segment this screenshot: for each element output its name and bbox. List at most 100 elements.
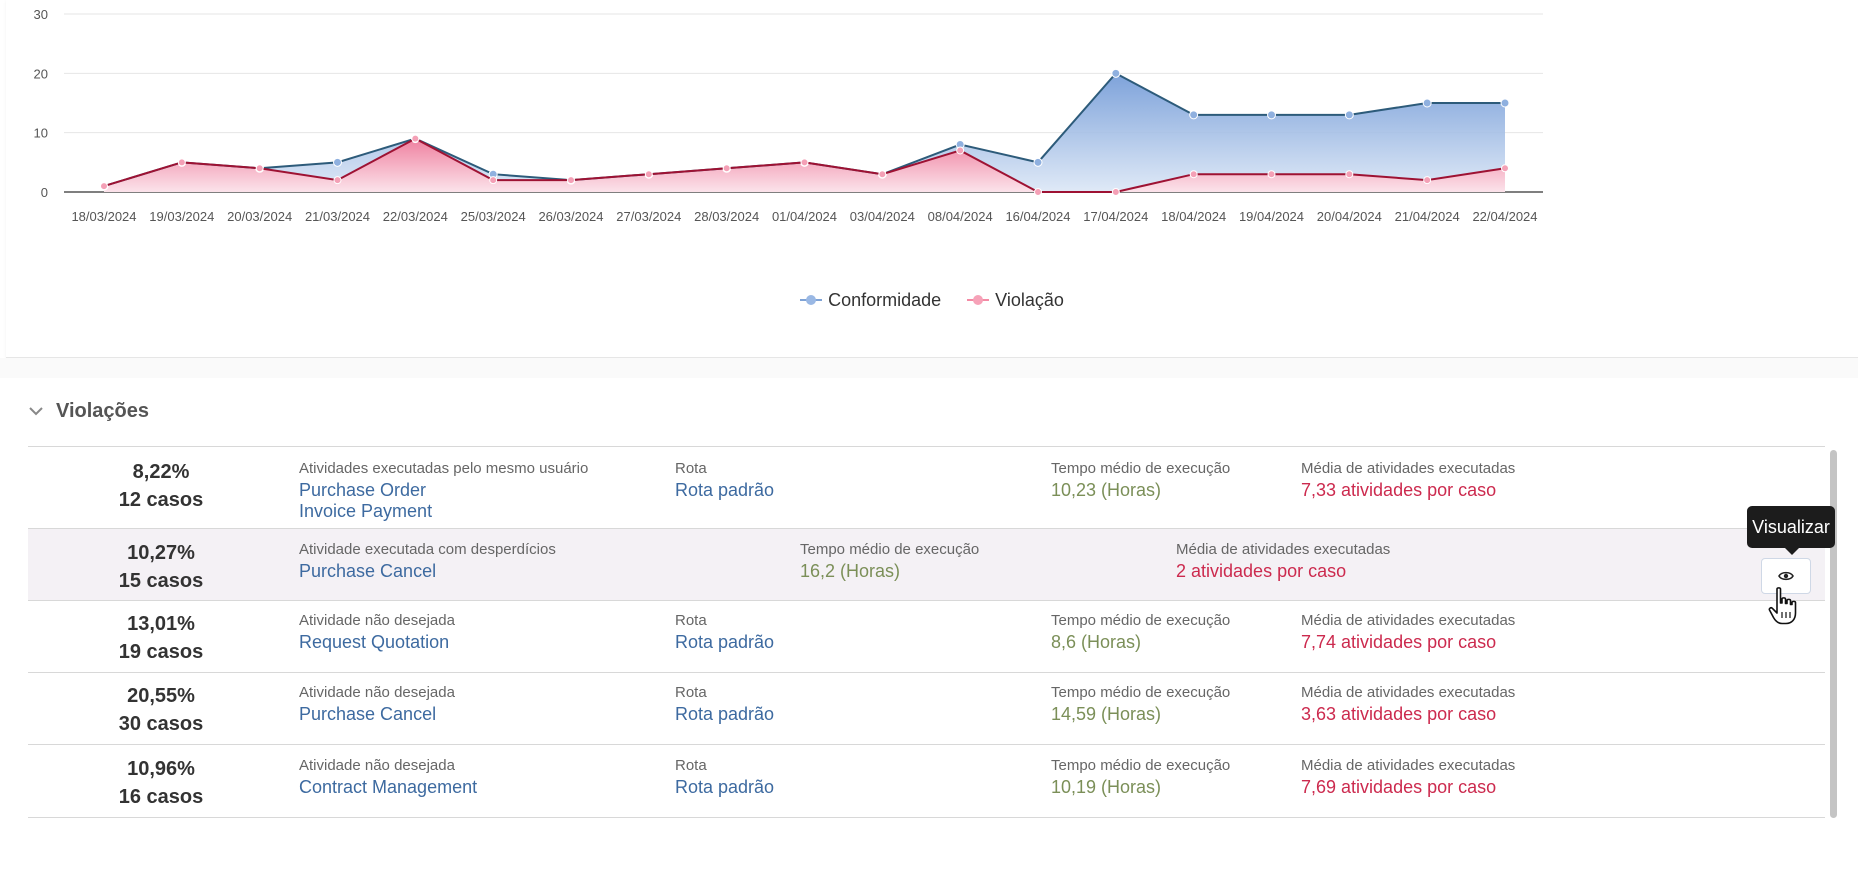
- violation-cases: 19 casos: [118, 641, 204, 663]
- x-tick-label: 22/03/2024: [383, 209, 448, 224]
- data-point: [1189, 110, 1199, 120]
- violation-percent-block: 10,27% 15 casos: [28, 539, 294, 595]
- x-tick-label: 21/03/2024: [305, 209, 370, 224]
- violation-type-col: Atividades executadas pelo mesmo usuário…: [299, 460, 588, 523]
- violation-percent: 10,27%: [127, 542, 195, 564]
- x-tick-label: 19/04/2024: [1239, 209, 1304, 224]
- violation-cases: 12 casos: [118, 489, 204, 511]
- data-point: [411, 134, 420, 143]
- violation-type-label: Atividade executada com desperdícios: [299, 541, 556, 558]
- avg-label: Média de atividades executadas: [1301, 757, 1516, 774]
- data-point: [1345, 170, 1354, 179]
- data-point: [567, 176, 575, 185]
- violation-percent: 10,96%: [127, 758, 195, 780]
- time-value: 10,19 (Horas): [1051, 777, 1162, 797]
- time-col: Tempo médio de execução 16,2 (Horas): [800, 541, 979, 583]
- time-col: Tempo médio de execução 8,6 (Horas): [1051, 612, 1230, 654]
- hand-pointer-cursor: [1768, 587, 1797, 625]
- violation-row: 10,27% 15 casos Atividade executada com …: [28, 529, 1825, 601]
- violations-section-header[interactable]: Violações: [26, 396, 149, 426]
- data-point: [1034, 188, 1042, 196]
- violation-cases: 16 casos: [118, 786, 204, 808]
- data-point: [1033, 157, 1043, 167]
- data-point: [644, 170, 653, 179]
- violation-percent-block: 13,01% 19 casos: [28, 610, 294, 666]
- area-chart: 0 10 20 30 18/03/2024 19/03/2024 20/03/2024 21/…: [34, 7, 1543, 224]
- y-tick-label: 10: [34, 126, 48, 141]
- data-point: [100, 182, 108, 191]
- legend-item-violacao[interactable]: Violação: [967, 290, 1064, 311]
- violation-type-label: Atividade não desejada: [299, 684, 455, 701]
- avg-col: Média de atividades executadas 7,33 ativ…: [1301, 460, 1515, 502]
- x-tick-label: 28/03/2024: [694, 209, 759, 224]
- route-col: Rota Rota padrão: [675, 612, 774, 654]
- avg-label: Média de atividades executadas: [1301, 684, 1516, 701]
- data-point: [1500, 98, 1510, 108]
- violation-row: 13,01% 19 casos Atividade não desejada R…: [28, 601, 1825, 673]
- data-point: [1267, 170, 1276, 179]
- data-point: [333, 176, 342, 185]
- violation-type-label: Atividades executadas pelo mesmo usuário: [299, 460, 589, 477]
- x-tick-label: 20/04/2024: [1317, 209, 1382, 224]
- x-tick-label: 16/04/2024: [1005, 209, 1070, 224]
- time-label: Tempo médio de execução: [1051, 612, 1231, 629]
- legend-symbol-violacao: [967, 294, 990, 306]
- avg-value: 7,33 atividades por caso: [1301, 480, 1497, 500]
- avg-value: 7,69 atividades por caso: [1301, 777, 1497, 797]
- legend-label-conformidade: Conformidade: [828, 289, 942, 310]
- violation-percent: 8,22%: [132, 461, 190, 483]
- violation-percent: 20,55%: [127, 685, 195, 707]
- violation-cases: 15 casos: [118, 570, 204, 592]
- data-point: [177, 158, 186, 167]
- activity-link[interactable]: Request Quotation: [299, 630, 455, 654]
- data-point: [1189, 170, 1198, 179]
- route-label: Rota: [675, 460, 707, 477]
- avg-value: 7,74 atividades por caso: [1301, 632, 1497, 652]
- activity-link[interactable]: Purchase Cancel: [299, 702, 455, 726]
- violation-percent-block: 20,55% 30 casos: [28, 682, 294, 738]
- x-tick-label: 18/03/2024: [71, 209, 136, 224]
- data-point: [878, 170, 887, 179]
- violation-row: 20,55% 30 casos Atividade não desejada P…: [28, 673, 1825, 745]
- x-tick-label: 01/04/2024: [772, 209, 837, 224]
- data-point: [333, 157, 342, 167]
- route-link[interactable]: Rota padrão: [675, 775, 774, 799]
- eye-icon: [1778, 571, 1794, 581]
- y-tick-label: 20: [34, 66, 48, 81]
- activity-link[interactable]: Invoice Payment: [299, 499, 588, 523]
- violation-percent-block: 10,96% 16 casos: [28, 755, 294, 811]
- legend-item-conformidade[interactable]: Conformidade: [800, 290, 941, 311]
- chart-legend: Conformidade Violação: [6, 288, 1858, 312]
- data-point: [1111, 188, 1120, 196]
- route-link[interactable]: Rota padrão: [675, 630, 774, 654]
- y-tick-label: 0: [41, 185, 48, 200]
- visualizar-tooltip: Visualizar: [1747, 506, 1835, 555]
- activity-link[interactable]: Purchase Cancel: [299, 559, 556, 583]
- violation-type-col: Atividade não desejada Request Quotation: [299, 612, 455, 654]
- time-label: Tempo médio de execução: [1051, 684, 1231, 701]
- x-tick-label: 03/04/2024: [850, 209, 915, 224]
- violation-type-col: Atividade não desejada Contract Manageme…: [299, 757, 477, 799]
- route-link[interactable]: Rota padrão: [675, 478, 774, 502]
- data-point: [956, 146, 965, 155]
- x-tick-label: 19/03/2024: [149, 209, 214, 224]
- route-label: Rota: [675, 612, 707, 629]
- route-col: Rota Rota padrão: [675, 460, 774, 502]
- chart-card: 0 10 20 30 18/03/2024 19/03/2024 20/03/2024 21/…: [6, 0, 1858, 358]
- time-col: Tempo médio de execução 10,19 (Horas): [1051, 757, 1230, 799]
- route-link[interactable]: Rota padrão: [675, 702, 774, 726]
- legend-symbol-conformidade: [800, 294, 823, 306]
- x-tick-label: 20/03/2024: [227, 209, 292, 224]
- data-point: [800, 158, 809, 167]
- chevron-down-icon: [29, 407, 43, 416]
- time-col: Tempo médio de execução 14,59 (Horas): [1051, 684, 1230, 726]
- x-tick-label: 08/04/2024: [928, 209, 993, 224]
- time-label: Tempo médio de execução: [800, 541, 980, 558]
- violations-list: 8,22% 12 casos Atividades executadas pel…: [28, 446, 1825, 896]
- data-point: [1423, 176, 1432, 185]
- violations-section: Violações 8,22% 12 casos Atividades exec…: [6, 378, 1858, 895]
- activity-link[interactable]: Contract Management: [299, 775, 477, 799]
- data-point: [255, 164, 264, 173]
- legend-label-violacao: Violação: [995, 289, 1064, 310]
- time-label: Tempo médio de execução: [1051, 757, 1231, 774]
